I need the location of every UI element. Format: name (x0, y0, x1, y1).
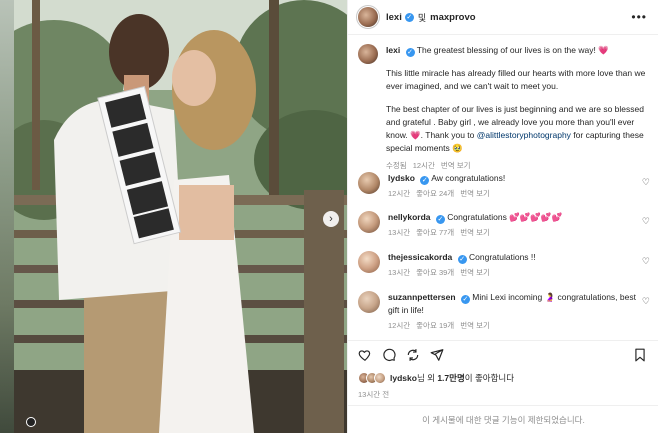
translate-link[interactable]: 번역 보기 (460, 321, 490, 330)
likes-text: lydsko님 외 1.7만명이 좋아합니다 (390, 372, 514, 384)
comment-text: Aw congratulations! (431, 173, 506, 183)
commenter-avatar[interactable] (358, 251, 380, 273)
comment-item: lydsko ✓ Aw congratulations! 12시간 좋아요 24개… (358, 172, 652, 200)
verified-badge-icon: ✓ (405, 48, 415, 57)
comment-likes[interactable]: 좋아요 77개 (416, 228, 454, 237)
translate-link[interactable]: 번역 보기 (460, 228, 490, 237)
caption-line1: The greatest blessing of our lives is on… (416, 45, 609, 55)
comment-icon[interactable] (382, 348, 396, 362)
comment-item: nellykorda ✓ Congratulations 💕💕💕💕💕 13시간 좋… (358, 211, 652, 239)
verified-badge-icon: ✓ (404, 12, 414, 22)
liker-username[interactable]: lydsko (390, 373, 417, 383)
liker-avatar (374, 372, 386, 384)
comments-scroll-area[interactable]: lexi ✓ The greatest blessing of our live… (348, 35, 658, 340)
caption-avatar[interactable] (358, 44, 378, 64)
caption-time: 12시간 (412, 161, 435, 170)
commenter-avatar[interactable] (358, 291, 380, 313)
commenter-username[interactable]: suzannpettersen (388, 292, 456, 302)
commenter-avatar[interactable] (358, 172, 380, 194)
likes-summary[interactable]: lydsko님 외 1.7만명이 좋아합니다 (358, 372, 514, 384)
translate-link[interactable]: 번역 보기 (441, 161, 471, 170)
commenter-avatar[interactable] (358, 211, 380, 233)
comment-time: 12시간 (388, 321, 411, 330)
post-actions-bar (348, 340, 658, 368)
tag-indicator-icon[interactable] (26, 417, 36, 427)
post-timestamp: 13시간 전 (358, 390, 390, 399)
commenter-username[interactable]: lydsko (388, 173, 415, 183)
more-options-icon[interactable]: ••• (631, 10, 647, 24)
commenter-username[interactable]: thejessicakorda (388, 252, 452, 262)
caption-paragraph-1: This little miracle has already filled o… (386, 68, 646, 91)
verified-badge-icon: ✓ (435, 215, 445, 224)
comment-likes[interactable]: 좋아요 24개 (416, 189, 454, 198)
likes-count[interactable]: 1.7만명 (437, 373, 464, 383)
caption-meta: 수정됨 12시간 번역 보기 (386, 159, 648, 172)
instagram-post-view: › lexi ✓ 및 maxprovo ••• lexi ✓ The great… (0, 0, 658, 433)
comments-restricted-notice: 이 게시물에 대한 댓글 기능이 제한되었습니다. (348, 405, 658, 433)
likes-text-part: 님 외 (416, 373, 438, 383)
verified-badge-icon: ✓ (460, 295, 470, 304)
bookmark-icon[interactable] (633, 348, 647, 364)
caption-paragraph-2: The best chapter of our lives is just be… (386, 103, 648, 155)
next-image-button[interactable]: › (323, 211, 339, 227)
previous-post-strip[interactable] (0, 0, 14, 433)
comment-like-heart-icon[interactable]: ♡ (642, 256, 650, 267)
translate-link[interactable]: 번역 보기 (460, 189, 490, 198)
post-detail-panel: lexi ✓ 및 maxprovo ••• lexi ✓ The greates… (347, 0, 658, 433)
comment-time: 13시간 (388, 268, 411, 277)
comment-like-heart-icon[interactable]: ♡ (642, 177, 650, 188)
comment-like-heart-icon[interactable]: ♡ (642, 216, 650, 227)
couple-photo-illustration (14, 0, 347, 433)
collaborator-username[interactable]: maxprovo (430, 12, 475, 23)
share-icon[interactable] (406, 348, 420, 362)
post-photo[interactable]: › (14, 0, 347, 433)
comment-time: 13시간 (388, 228, 411, 237)
verified-badge-icon: ✓ (457, 255, 467, 264)
post-caption: lexi ✓ The greatest blessing of our live… (358, 44, 648, 172)
likes-text-part: 이 좋아합니다 (464, 373, 515, 383)
comment-item: suzannpettersen ✓ Mini Lexi incoming 🤰 c… (358, 291, 652, 332)
caption-username[interactable]: lexi (386, 45, 400, 55)
comment-likes[interactable]: 좋아요 19개 (416, 321, 454, 330)
heart-icon[interactable] (358, 348, 372, 362)
comment-text: Congratulations !! (469, 252, 536, 262)
edited-label: 수정됨 (386, 161, 407, 170)
comment-like-heart-icon[interactable]: ♡ (642, 296, 650, 307)
translate-link[interactable]: 번역 보기 (460, 268, 490, 277)
photographer-mention-link[interactable]: @alittlestoryphotography (477, 130, 571, 140)
post-header: lexi ✓ 및 maxprovo ••• (348, 0, 658, 35)
comment-item: thejessicakorda ✓ Congratulations !! 13시… (358, 251, 652, 279)
comment-likes[interactable]: 좋아요 39개 (416, 268, 454, 277)
author-username[interactable]: lexi (386, 12, 402, 23)
author-avatar[interactable] (358, 7, 378, 27)
verified-badge-icon: ✓ (420, 176, 430, 185)
send-icon[interactable] (430, 348, 444, 362)
comment-text: Congratulations 💕💕💕💕💕 (447, 212, 563, 222)
comment-time: 12시간 (388, 189, 411, 198)
collab-separator: 및 (417, 12, 427, 23)
commenter-username[interactable]: nellykorda (388, 212, 431, 222)
